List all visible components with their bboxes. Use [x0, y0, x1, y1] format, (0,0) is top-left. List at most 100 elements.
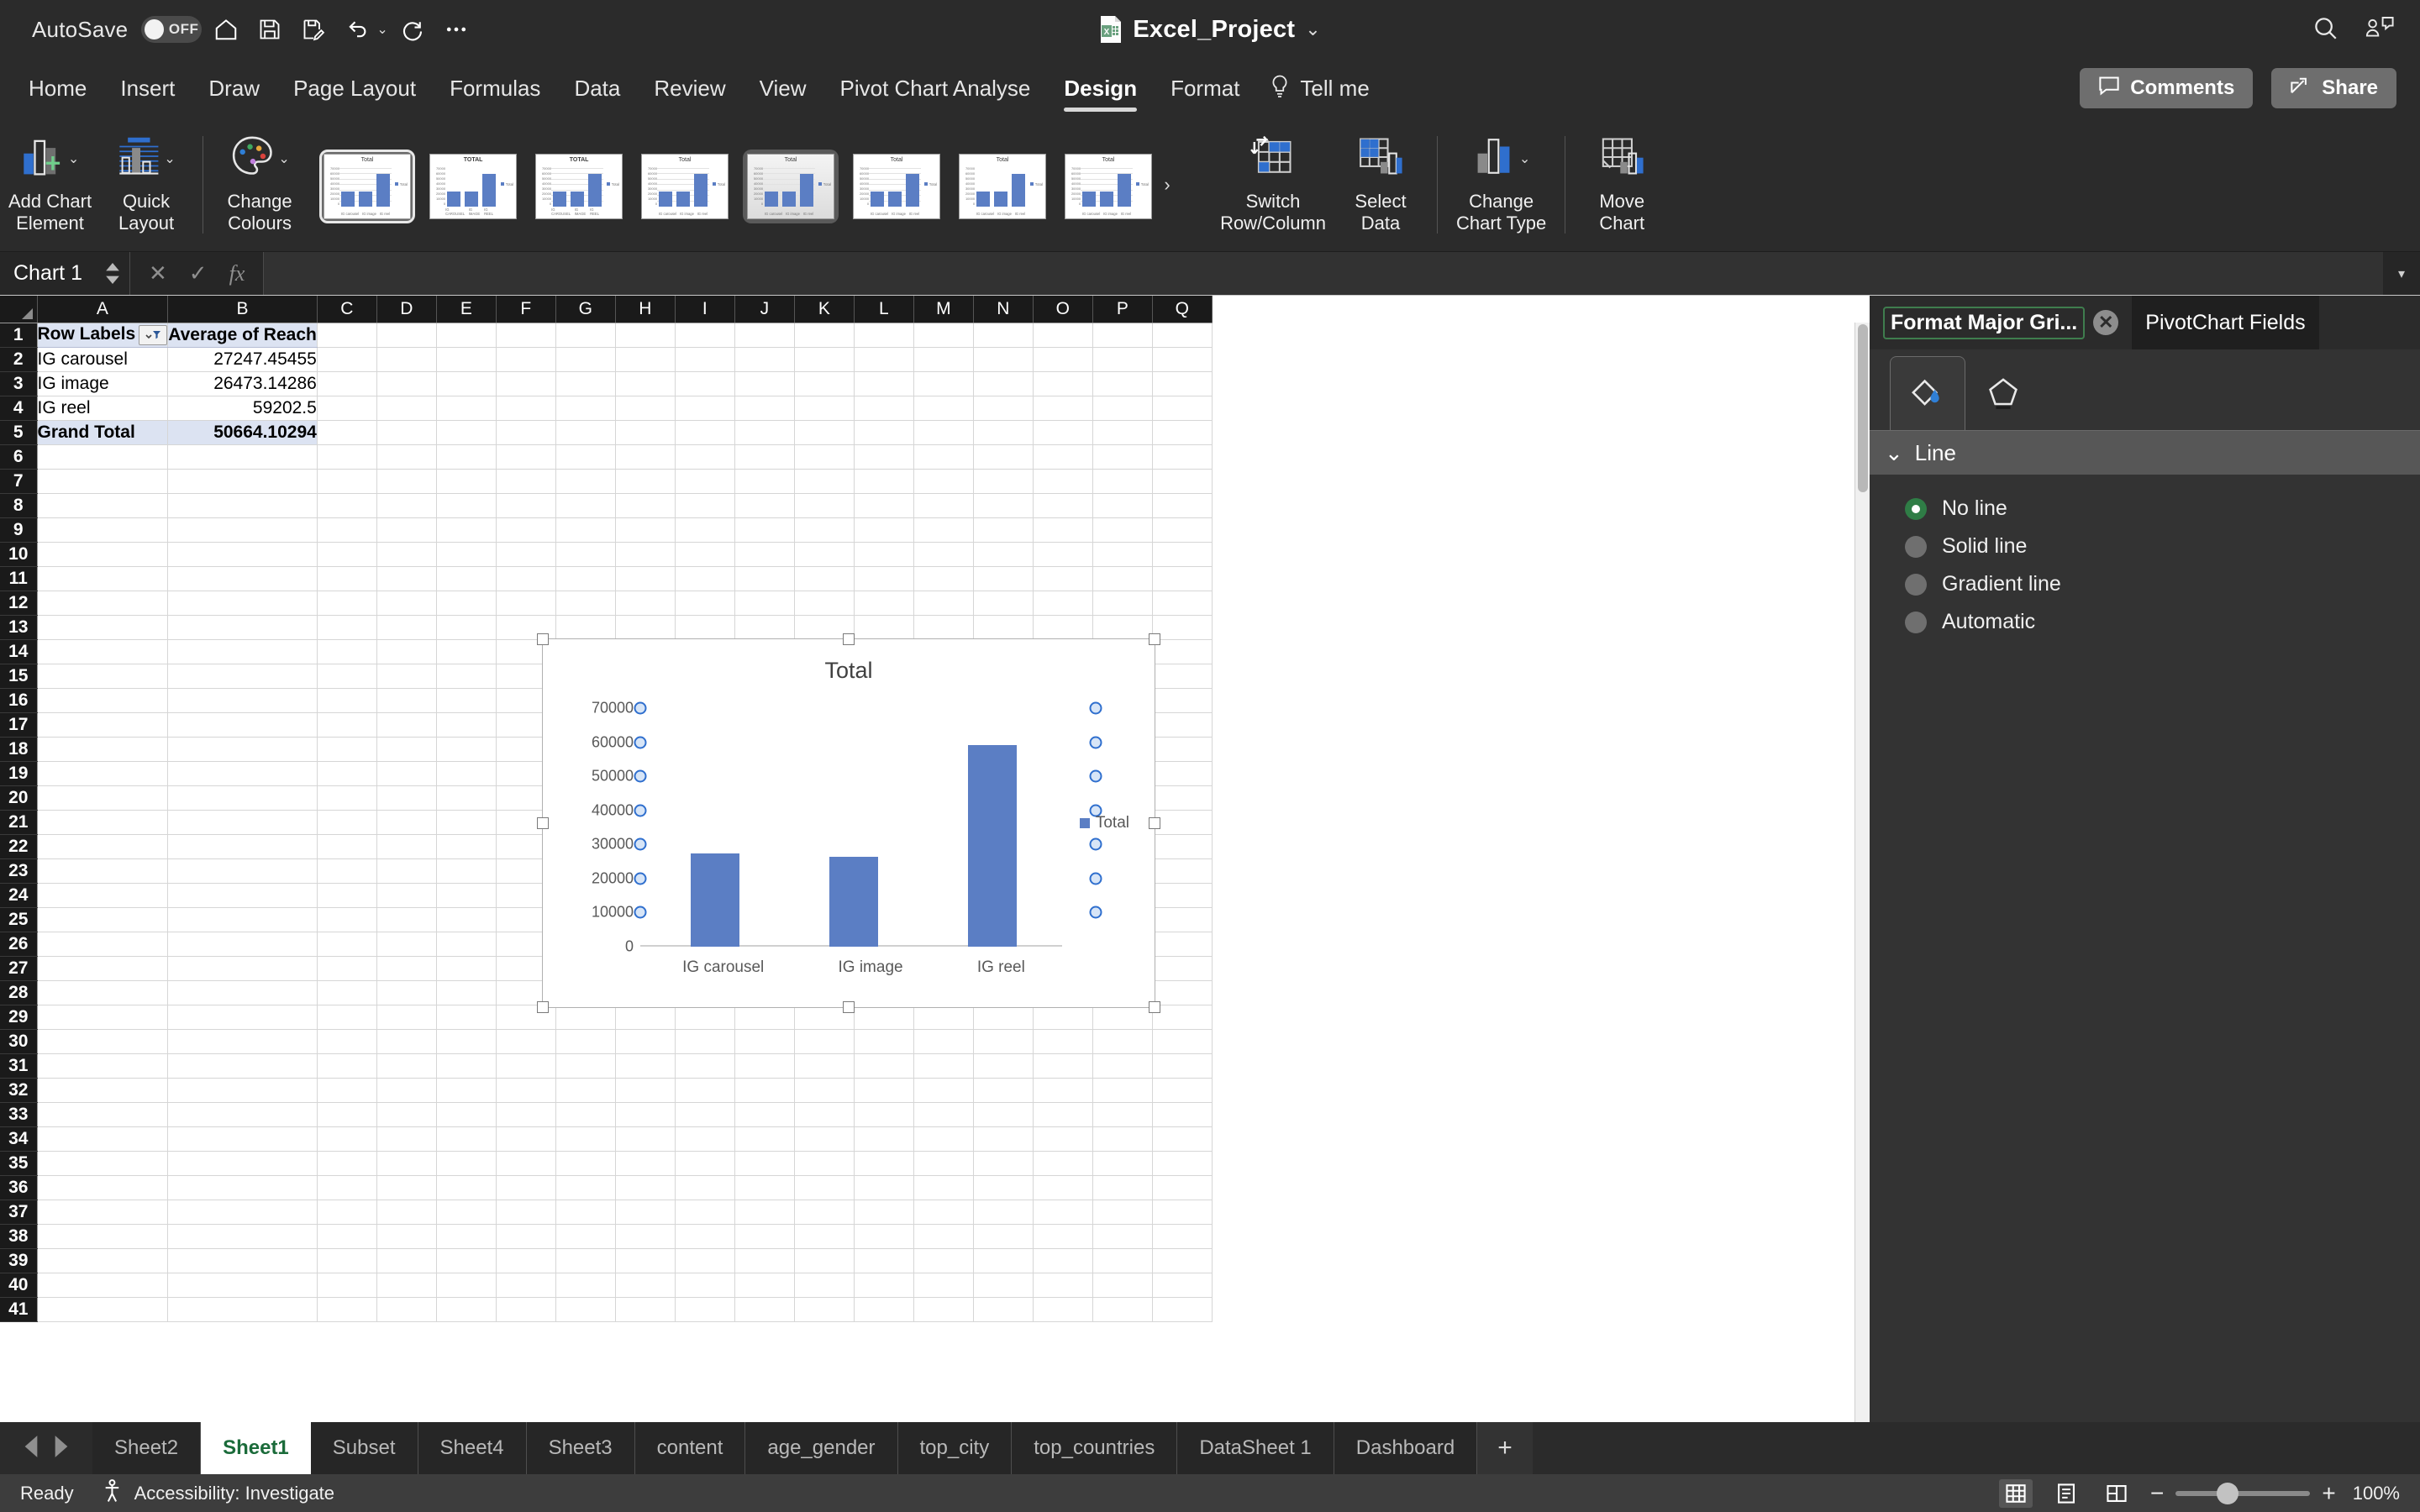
cell-O13[interactable]: [1033, 615, 1093, 640]
cell-A9[interactable]: [37, 517, 169, 543]
cell-J8[interactable]: [734, 493, 795, 518]
cell-E26[interactable]: [436, 932, 497, 957]
cell-B7[interactable]: [167, 469, 318, 494]
cell-H1[interactable]: [615, 323, 676, 348]
cell-F37[interactable]: [496, 1200, 556, 1225]
cell-E40[interactable]: [436, 1273, 497, 1298]
cell-B25[interactable]: [167, 907, 318, 932]
comments-button[interactable]: Comments: [2080, 68, 2254, 108]
cell-L36[interactable]: [854, 1175, 914, 1200]
cell-B19[interactable]: [167, 761, 318, 786]
cell-N36[interactable]: [973, 1175, 1034, 1200]
cell-I4[interactable]: [675, 396, 735, 421]
cell-N34[interactable]: [973, 1126, 1034, 1152]
confirm-icon[interactable]: ✓: [189, 260, 208, 286]
cell-I32[interactable]: [675, 1078, 735, 1103]
row-header-37[interactable]: 37: [0, 1200, 38, 1225]
cell-B12[interactable]: [167, 591, 318, 616]
cell-N2[interactable]: [973, 347, 1034, 372]
column-header-A[interactable]: A: [37, 296, 169, 323]
cell-H38[interactable]: [615, 1224, 676, 1249]
cell-G12[interactable]: [555, 591, 616, 616]
row-header-22[interactable]: 22: [0, 834, 38, 859]
cell-D27[interactable]: [376, 956, 437, 981]
cell-N41[interactable]: [973, 1297, 1034, 1322]
cell-I12[interactable]: [675, 591, 735, 616]
change-colours-dropdown-icon[interactable]: ⌄: [278, 150, 289, 167]
row-header-23[interactable]: 23: [0, 858, 38, 884]
cell-G3[interactable]: [555, 371, 616, 396]
cell-I7[interactable]: [675, 469, 735, 494]
cell-M5[interactable]: [913, 420, 974, 445]
row-header-8[interactable]: 8: [0, 493, 38, 518]
cell-E12[interactable]: [436, 591, 497, 616]
cell-H39[interactable]: [615, 1248, 676, 1273]
formula-input[interactable]: [264, 252, 2383, 295]
close-icon[interactable]: ✕: [2093, 310, 2119, 335]
table-row[interactable]: 41: [0, 1297, 1213, 1322]
cell-O31[interactable]: [1033, 1053, 1093, 1079]
row-header-6[interactable]: 6: [0, 444, 38, 470]
cell-D39[interactable]: [376, 1248, 437, 1273]
cell-B1[interactable]: Average of Reach: [167, 323, 318, 348]
page-layout-view-icon[interactable]: [2049, 1479, 2083, 1508]
cell-M9[interactable]: [913, 517, 974, 543]
cell-M39[interactable]: [913, 1248, 974, 1273]
row-header-17[interactable]: 17: [0, 712, 38, 738]
cell-J40[interactable]: [734, 1273, 795, 1298]
gridline-handle-7-left[interactable]: [634, 701, 647, 715]
table-row[interactable]: 40: [0, 1273, 1213, 1298]
row-header-32[interactable]: 32: [0, 1078, 38, 1103]
search-icon[interactable]: [2311, 13, 2339, 46]
table-row[interactable]: 1 Row Labels Average of Reach: [0, 323, 1213, 348]
table-row[interactable]: 31: [0, 1053, 1213, 1079]
cell-Q33[interactable]: [1152, 1102, 1213, 1127]
row-header-30[interactable]: 30: [0, 1029, 38, 1054]
accessibility-status[interactable]: Accessibility: Investigate: [103, 1478, 334, 1508]
cell-G7[interactable]: [555, 469, 616, 494]
cell-N38[interactable]: [973, 1224, 1034, 1249]
chart-style-4[interactable]: Total 70000 60000 50000 40000 30000 20000 10000…: [637, 150, 733, 223]
cell-K41[interactable]: [794, 1297, 855, 1322]
row-header-2[interactable]: 2: [0, 347, 38, 372]
chart-style-1[interactable]: Total 70000 60000 50000 40000 30000 20000 10000…: [319, 149, 416, 223]
cell-M40[interactable]: [913, 1273, 974, 1298]
tab-pivot-chart-analyse[interactable]: Pivot Chart Analyse: [823, 69, 1048, 108]
cell-J13[interactable]: [734, 615, 795, 640]
cell-D4[interactable]: [376, 396, 437, 421]
change-chart-type-button[interactable]: ⌄ Change Chart Type: [1448, 123, 1555, 247]
cell-N7[interactable]: [973, 469, 1034, 494]
cell-P1[interactable]: [1092, 323, 1153, 348]
cell-I9[interactable]: [675, 517, 735, 543]
cell-B31[interactable]: [167, 1053, 318, 1079]
row-header-41[interactable]: 41: [0, 1297, 38, 1322]
column-header-O[interactable]: O: [1033, 296, 1093, 323]
gallery-next-icon[interactable]: ›: [1156, 123, 1178, 247]
cell-H13[interactable]: [615, 615, 676, 640]
save-icon[interactable]: [250, 10, 289, 49]
cell-G8[interactable]: [555, 493, 616, 518]
cell-N13[interactable]: [973, 615, 1034, 640]
cell-D26[interactable]: [376, 932, 437, 957]
cell-D31[interactable]: [376, 1053, 437, 1079]
zoom-level[interactable]: 100%: [2353, 1483, 2400, 1504]
cell-H9[interactable]: [615, 517, 676, 543]
row-header-4[interactable]: 4: [0, 396, 38, 421]
cell-Q29[interactable]: [1152, 1005, 1213, 1030]
row-header-14[interactable]: 14: [0, 639, 38, 664]
gridline-handle-3-left[interactable]: [634, 837, 647, 851]
cell-E39[interactable]: [436, 1248, 497, 1273]
cell-E13[interactable]: [436, 615, 497, 640]
cell-D37[interactable]: [376, 1200, 437, 1225]
cell-L13[interactable]: [854, 615, 914, 640]
cell-N3[interactable]: [973, 371, 1034, 396]
cell-F8[interactable]: [496, 493, 556, 518]
cell-I38[interactable]: [675, 1224, 735, 1249]
effects-icon[interactable]: [1965, 356, 2041, 430]
cell-A36[interactable]: [37, 1175, 169, 1200]
cell-D18[interactable]: [376, 737, 437, 762]
row-header-33[interactable]: 33: [0, 1102, 38, 1127]
cell-Q1[interactable]: [1152, 323, 1213, 348]
cell-F39[interactable]: [496, 1248, 556, 1273]
cell-O39[interactable]: [1033, 1248, 1093, 1273]
